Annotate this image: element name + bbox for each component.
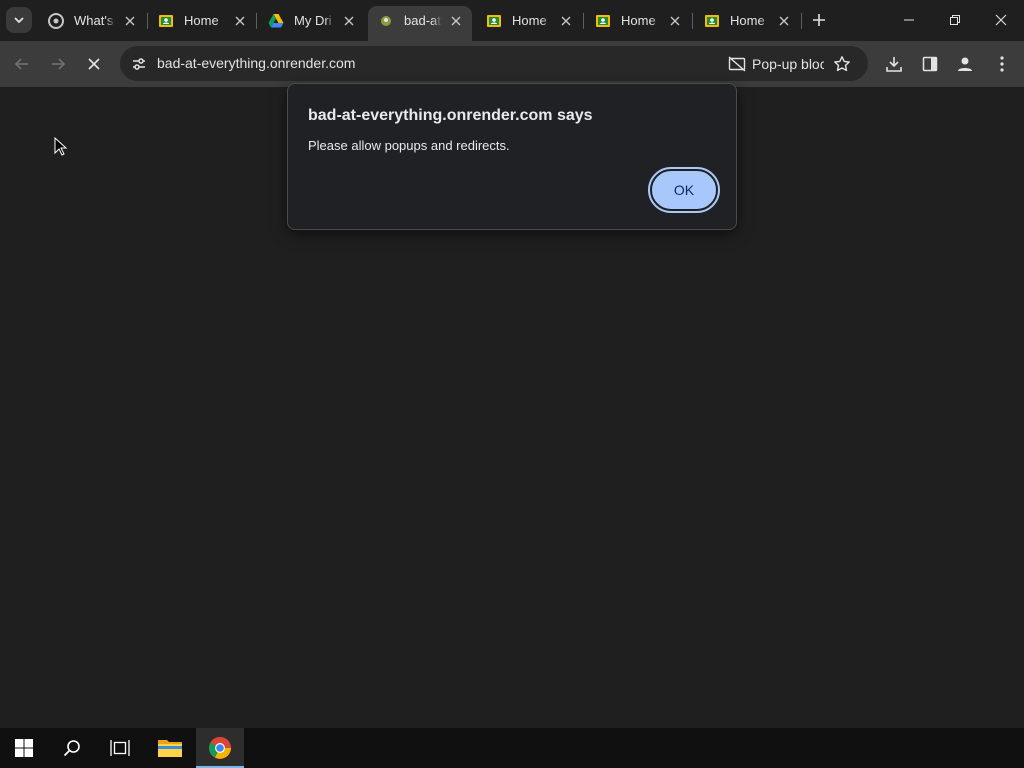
close-icon[interactable] <box>341 13 357 29</box>
close-icon[interactable] <box>448 13 464 29</box>
url-text[interactable]: bad-at-everything.onrender.com <box>157 55 355 71</box>
restore-button[interactable] <box>932 0 978 40</box>
close-icon <box>88 58 100 70</box>
minimize-button[interactable] <box>886 0 932 40</box>
tab-strip: What's Home My Dri bad-at Home Home Home <box>0 0 1024 41</box>
restore-icon <box>950 15 960 25</box>
forward-button[interactable] <box>42 48 74 80</box>
tab-whats-new[interactable]: What's <box>38 6 146 35</box>
back-button[interactable] <box>6 48 38 80</box>
tab-home[interactable]: Home <box>585 6 691 35</box>
more-vert-icon <box>1000 56 1004 72</box>
dialog-title: bad-at-everything.onrender.com says <box>308 107 593 124</box>
tab-separator <box>583 13 584 29</box>
minimize-icon <box>904 19 914 21</box>
taskbar <box>0 728 1024 768</box>
tab-search-button[interactable] <box>6 7 32 33</box>
close-icon <box>995 14 1007 26</box>
close-icon[interactable] <box>558 13 574 29</box>
tab-separator <box>692 13 693 29</box>
popup-blocked-chip[interactable]: Pop-up blocked <box>728 52 824 76</box>
chrome-icon <box>48 12 64 29</box>
tab-title: My Dri <box>294 13 332 28</box>
close-icon[interactable] <box>122 13 138 29</box>
chrome-icon <box>209 737 231 759</box>
classroom-icon <box>595 13 611 29</box>
task-view-button[interactable] <box>96 728 144 768</box>
side-panel-icon <box>922 56 938 72</box>
downloads-button[interactable] <box>879 49 909 79</box>
popup-blocked-label: Pop-up blocked <box>752 56 824 72</box>
site-icon <box>378 13 394 29</box>
arrow-right-icon <box>52 58 66 70</box>
avatar-icon <box>958 57 972 71</box>
chrome-taskbar-button[interactable] <box>196 728 244 768</box>
close-icon[interactable] <box>776 13 792 29</box>
site-info-button[interactable] <box>126 51 152 77</box>
close-icon[interactable] <box>667 13 683 29</box>
profile-button[interactable] <box>950 49 980 79</box>
search-icon <box>63 740 80 757</box>
tab-my-drive[interactable]: My Dri <box>258 6 365 35</box>
tab-title: Home <box>512 13 547 28</box>
tab-title: Home <box>621 13 656 28</box>
tab-separator <box>801 13 802 29</box>
tab-title: Home <box>184 13 219 28</box>
tab-title: bad-at <box>404 13 441 28</box>
download-icon <box>886 57 902 72</box>
tab-separator <box>256 13 257 29</box>
tab-bad-at-everything[interactable]: bad-at <box>368 6 472 41</box>
folder-icon <box>158 740 182 757</box>
popup-blocked-icon <box>728 56 746 72</box>
plus-icon <box>813 14 825 26</box>
address-bar[interactable]: bad-at-everything.onrender.com Pop-up bl… <box>120 46 868 81</box>
tune-icon <box>133 58 145 70</box>
tab-title: What's <box>74 13 114 28</box>
windows-logo-icon <box>15 739 33 757</box>
classroom-icon <box>158 13 174 29</box>
browser-toolbar: bad-at-everything.onrender.com Pop-up bl… <box>0 41 1024 87</box>
tab-home[interactable]: Home <box>476 6 582 35</box>
alert-dialog: bad-at-everything.onrender.com says Plea… <box>287 83 737 230</box>
classroom-icon <box>704 13 720 29</box>
chevron-down-icon <box>14 17 24 24</box>
task-view-icon <box>110 740 130 756</box>
tab-home[interactable]: Home <box>694 6 800 35</box>
taskbar-search-button[interactable] <box>48 728 96 768</box>
drive-icon <box>268 13 284 29</box>
side-panel-button[interactable] <box>915 49 945 79</box>
bookmark-star-button[interactable] <box>830 52 854 76</box>
arrow-left-icon <box>14 58 28 70</box>
file-explorer-button[interactable] <box>146 728 194 768</box>
stop-loading-button[interactable] <box>78 48 110 80</box>
ok-button[interactable]: OK <box>648 167 720 213</box>
start-button[interactable] <box>0 728 48 768</box>
close-window-button[interactable] <box>978 0 1024 40</box>
tab-title: Home <box>730 13 765 28</box>
dialog-message: Please allow popups and redirects. <box>308 138 510 153</box>
new-tab-button[interactable] <box>808 9 830 31</box>
menu-button[interactable] <box>987 49 1017 79</box>
mouse-cursor-icon <box>54 137 68 156</box>
classroom-icon <box>486 13 502 29</box>
star-icon <box>834 56 850 72</box>
tab-home[interactable]: Home <box>148 6 256 35</box>
close-icon[interactable] <box>232 13 248 29</box>
